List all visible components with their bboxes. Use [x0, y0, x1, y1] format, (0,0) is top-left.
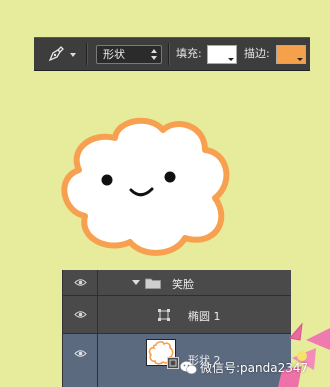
chevron-down-icon	[70, 53, 76, 57]
layer-name: 笑脸	[172, 278, 194, 291]
tool-preset-picker[interactable]	[43, 43, 77, 65]
toolbar-divider	[86, 43, 87, 65]
eye-icon	[74, 279, 87, 286]
left-eye	[101, 174, 113, 186]
pen-icon	[48, 46, 64, 62]
layer-name: 椭圆 1	[188, 310, 221, 323]
updown-arrows-icon	[151, 49, 157, 60]
right-eye	[164, 171, 176, 183]
layer-row-group[interactable]: 笑脸	[63, 270, 291, 296]
fill-color-swatch[interactable]	[207, 45, 237, 64]
eye-icon	[74, 350, 87, 357]
visibility-toggle[interactable]	[63, 270, 98, 295]
tool-mode-select[interactable]: 形状	[96, 45, 162, 64]
chevron-down-icon	[297, 58, 303, 61]
layer-row-ellipse[interactable]: 椭圆 1	[63, 296, 291, 334]
flower-shape[interactable]	[55, 112, 240, 257]
stroke-label: 描边:	[244, 47, 270, 60]
visibility-toggle[interactable]	[63, 296, 98, 333]
visibility-toggle[interactable]	[63, 334, 98, 387]
watermark-text: 微信号:panda2347	[200, 361, 309, 375]
flower-outline	[61, 117, 230, 256]
toolbar-divider	[168, 43, 169, 65]
stroke-color-swatch[interactable]	[276, 45, 306, 64]
pink-flower-decoration	[278, 322, 330, 387]
path-anchor-icon	[158, 309, 170, 321]
chevron-down-icon[interactable]	[132, 280, 140, 285]
chevron-down-icon	[228, 58, 234, 61]
folder-icon	[145, 278, 161, 289]
tool-mode-value: 形状	[103, 48, 125, 61]
fill-label: 填充:	[176, 47, 202, 60]
options-toolbar: 形状 填充: 描边:	[34, 37, 310, 71]
eye-icon	[74, 311, 87, 318]
wechat-icon	[180, 361, 197, 374]
shape-layer-icon	[167, 357, 179, 369]
